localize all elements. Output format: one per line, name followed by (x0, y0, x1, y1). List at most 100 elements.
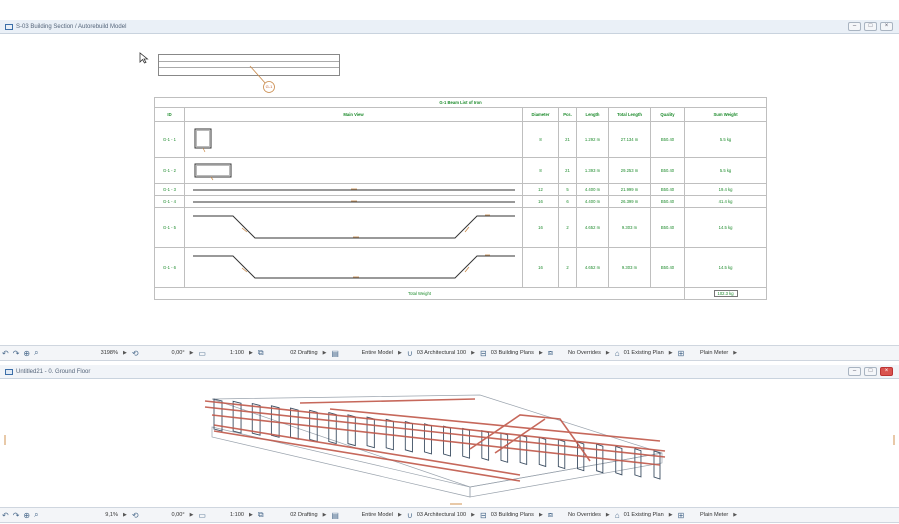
window-icon (5, 23, 13, 30)
rotate-icon[interactable]: ⟲ (132, 349, 139, 358)
close-button[interactable]: × (880, 22, 893, 31)
viewport-left-handle[interactable] (4, 435, 6, 445)
model-view-value[interactable]: Entire Model (343, 512, 393, 518)
renovation-value[interactable]: 01 Existing Plan (624, 512, 664, 518)
table-row[interactable]: G-1 - 1 8 21 1.292 m 27.134 m B50.40 5.5… (154, 121, 768, 158)
zoom-fit-icon[interactable]: ⌕ (34, 348, 38, 358)
dimension-dropdown-arrow[interactable]: ▶ (539, 350, 543, 356)
zoom-fit-icon[interactable]: ⌕ (34, 510, 38, 520)
table-row[interactable]: G-1 - 5 16 2 4.652 m 9.303 m B50.40 14.5… (154, 207, 768, 248)
angle-value[interactable]: 0,00° (143, 512, 184, 518)
overrides-icon[interactable]: ⧈ (548, 510, 553, 520)
rotate-icon[interactable]: ⟲ (132, 511, 139, 520)
viewport-bottom-handle[interactable] (450, 503, 462, 505)
units-dropdown-arrow[interactable]: ▶ (733, 350, 737, 356)
table-title: G-1 Beam List of Iron (153, 97, 768, 108)
units-value[interactable]: Plain Meter (688, 350, 728, 356)
model-view-icon[interactable]: ▤ (331, 349, 339, 358)
model-view-dropdown-arrow[interactable]: ▶ (398, 350, 402, 356)
layer-combo-dropdown-arrow[interactable]: ▶ (323, 512, 327, 518)
overrides-value[interactable]: No Overrides (557, 512, 601, 518)
dimension-icon[interactable]: ⊟ (480, 511, 487, 520)
minimize-button[interactable]: – (848, 367, 861, 376)
model-view-icon[interactable]: ▤ (331, 511, 339, 520)
redo-icon[interactable]: ↷ (13, 349, 20, 358)
scale-dropdown-arrow[interactable]: ▶ (249, 512, 253, 518)
pen-set-value[interactable]: 03 Architectural 100 (417, 350, 466, 356)
zoom-dropdown-arrow[interactable]: ▶ (123, 350, 127, 356)
main-view-cell (184, 183, 523, 196)
col-header-main-view: Main View (184, 107, 523, 122)
col-header-sum-weight: Sum Weight (683, 107, 768, 122)
layer-combo-dropdown-arrow[interactable]: ▶ (323, 350, 327, 356)
layer-combo-value[interactable]: 02 Drafting (268, 350, 317, 356)
3d-canvas[interactable] (0, 379, 899, 507)
main-view-cell (184, 207, 523, 248)
layer-combo-icon[interactable]: ⧉ (258, 348, 264, 358)
zoom-in-icon[interactable]: ⊕ (23, 511, 30, 520)
section-status-bar: ↶ ↷ ⊕ ⌕ 3198% ▶ ⟲ 0,00° ▶ ▭ 1:100 ▶ ⧉ 02… (0, 345, 899, 361)
model-view-value[interactable]: Entire Model (343, 350, 393, 356)
floor-window-titlebar[interactable]: Untitled21 - 0. Ground Floor – □ × (0, 365, 899, 379)
units-icon[interactable]: ⊞ (678, 349, 685, 358)
overrides-dropdown-arrow[interactable]: ▶ (606, 350, 610, 356)
dimension-dropdown-arrow[interactable]: ▶ (539, 512, 543, 518)
angle-value[interactable]: 0,00° (143, 350, 184, 356)
dimension-value[interactable]: 03 Building Plans (491, 350, 534, 356)
table-row[interactable]: G-1 - 6 16 2 4.652 m 9.303 m B50.40 14.5… (154, 247, 768, 288)
units-dropdown-arrow[interactable]: ▶ (733, 512, 737, 518)
dimension-value[interactable]: 03 Building Plans (491, 512, 534, 518)
layer-combo-icon[interactable]: ⧉ (258, 510, 264, 520)
row-quality: B50.40 (650, 247, 685, 288)
renovation-dropdown-arrow[interactable]: ▶ (669, 512, 673, 518)
close-button[interactable]: × (880, 367, 893, 376)
renovation-value[interactable]: 01 Existing Plan (624, 350, 664, 356)
zoom-value[interactable]: 3198% (82, 350, 118, 356)
angle-dropdown-arrow[interactable]: ▶ (190, 512, 194, 518)
renovation-icon[interactable]: ⌂ (615, 349, 620, 358)
viewport-right-handle[interactable] (893, 435, 895, 445)
section-canvas[interactable]: G-1 G-1 Beam List of Iron ID Main View D… (0, 34, 899, 345)
zoom-value[interactable]: 9,1% (82, 512, 118, 518)
units-icon[interactable]: ⊞ (678, 511, 685, 520)
dimension-icon[interactable]: ⊟ (480, 349, 487, 358)
table-row[interactable]: G-1 - 3 12 5 4.400 m 21.999 m B50.40 19.… (154, 183, 768, 196)
scale-value[interactable]: 1:100 (210, 350, 244, 356)
scale-icon[interactable]: ▭ (198, 349, 206, 358)
section-window-titlebar[interactable]: S-03 Building Section / Autorebuild Mode… (0, 20, 899, 34)
row-pcs: 5 (558, 183, 577, 196)
layer-combo-value[interactable]: 02 Drafting (268, 512, 317, 518)
overrides-value[interactable]: No Overrides (557, 350, 601, 356)
maximize-button[interactable]: □ (864, 367, 877, 376)
overrides-dropdown-arrow[interactable]: ▶ (606, 512, 610, 518)
col-header-total-length: Total Length (608, 107, 651, 122)
units-value[interactable]: Plain Meter (688, 512, 728, 518)
row-length: 4.400 m (576, 195, 609, 208)
angle-dropdown-arrow[interactable]: ▶ (190, 350, 194, 356)
minimize-button[interactable]: – (848, 22, 861, 31)
scale-value[interactable]: 1:100 (210, 512, 244, 518)
model-view-dropdown-arrow[interactable]: ▶ (398, 512, 402, 518)
row-total-length: 21.999 m (608, 183, 651, 196)
maximize-button[interactable]: □ (864, 22, 877, 31)
zoom-dropdown-arrow[interactable]: ▶ (123, 512, 127, 518)
overrides-icon[interactable]: ⧈ (548, 348, 553, 358)
zoom-in-icon[interactable]: ⊕ (23, 349, 30, 358)
pen-set-icon[interactable]: ∪ (407, 511, 413, 520)
row-sum-weight: 5.5 kg (683, 121, 768, 158)
main-view-cell (184, 195, 523, 208)
pen-set-icon[interactable]: ∪ (407, 349, 413, 358)
scale-icon[interactable]: ▭ (198, 511, 206, 520)
table-row[interactable]: G-1 - 2 8 21 1.393 m 29.253 m B50.40 5.5… (154, 157, 768, 184)
pen-set-dropdown-arrow[interactable]: ▶ (471, 350, 475, 356)
row-total-length: 29.253 m (608, 157, 651, 184)
pen-set-value[interactable]: 03 Architectural 100 (417, 512, 466, 518)
renovation-dropdown-arrow[interactable]: ▶ (669, 350, 673, 356)
redo-icon[interactable]: ↷ (13, 511, 20, 520)
pen-set-dropdown-arrow[interactable]: ▶ (471, 512, 475, 518)
undo-icon[interactable]: ↶ (2, 511, 9, 520)
table-row[interactable]: G-1 - 4 16 6 4.400 m 26.399 m B50.40 41.… (154, 195, 768, 208)
undo-icon[interactable]: ↶ (2, 349, 9, 358)
scale-dropdown-arrow[interactable]: ▶ (249, 350, 253, 356)
renovation-icon[interactable]: ⌂ (615, 511, 620, 520)
